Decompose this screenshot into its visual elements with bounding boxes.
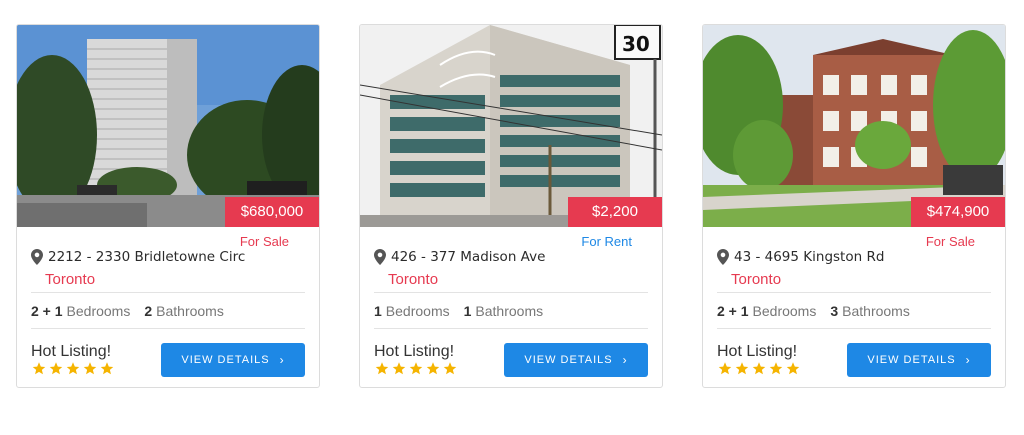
- listing-card[interactable]: $680,000 For Sale 2212 - 2330 Bridletown…: [16, 24, 320, 388]
- star-icon: [735, 362, 749, 375]
- listing-address[interactable]: 2212 - 2330 Bridletowne Circ: [48, 249, 245, 265]
- divider: [717, 292, 991, 293]
- listing-city[interactable]: Toronto: [45, 271, 95, 288]
- listing-specs: 1 Bedrooms 1 Bathrooms: [374, 303, 557, 319]
- view-details-label: VIEW DETAILS: [181, 354, 270, 366]
- price-badge: $474,900: [911, 197, 1005, 227]
- view-details-button[interactable]: VIEW DETAILS ›: [504, 343, 648, 377]
- map-pin-icon: [374, 249, 386, 265]
- star-rating: [31, 361, 116, 376]
- bedrooms-count: 1: [374, 303, 382, 319]
- bathrooms-label: Bathrooms: [475, 303, 544, 319]
- price-badge: $2,200: [568, 197, 662, 227]
- chevron-right-icon: ›: [965, 353, 971, 367]
- star-icon: [375, 362, 389, 375]
- star-icon: [66, 362, 80, 375]
- chevron-right-icon: ›: [279, 353, 285, 367]
- listing-city[interactable]: Toronto: [388, 271, 438, 288]
- bedrooms-count: 2 + 1: [717, 303, 749, 319]
- star-icon: [426, 362, 440, 375]
- bathrooms-label: Bathrooms: [842, 303, 910, 319]
- listing-status: For Sale: [239, 234, 289, 249]
- star-icon: [718, 362, 732, 375]
- star-icon: [32, 362, 46, 375]
- bathrooms-count: 2: [144, 303, 153, 319]
- listing-specs: 2 + 1 Bedrooms 3 Bathrooms: [717, 303, 924, 319]
- star-icon: [392, 362, 406, 375]
- star-icon: [443, 362, 457, 375]
- address-row: 2212 - 2330 Bridletowne Circ: [31, 249, 245, 265]
- star-icon: [100, 362, 114, 375]
- star-rating: [374, 361, 459, 376]
- view-details-button[interactable]: VIEW DETAILS ›: [161, 343, 305, 377]
- hot-listing-label: Hot Listing!: [374, 343, 455, 360]
- bathrooms-label: Bathrooms: [156, 303, 224, 319]
- bedrooms-label: Bedrooms: [385, 303, 450, 319]
- listing-card[interactable]: $474,900 For Sale 43 - 4695 Kingston Rd …: [702, 24, 1006, 388]
- star-icon: [49, 362, 63, 375]
- listing-address[interactable]: 43 - 4695 Kingston Rd: [734, 249, 884, 265]
- map-pin-icon: [717, 249, 729, 265]
- address-row: 43 - 4695 Kingston Rd: [717, 249, 884, 265]
- listing-specs: 2 + 1 Bedrooms 2 Bathrooms: [31, 303, 238, 319]
- star-icon: [83, 362, 97, 375]
- map-pin-icon: [31, 249, 43, 265]
- hot-listing-label: Hot Listing!: [31, 343, 112, 360]
- star-rating: [717, 361, 802, 376]
- divider: [717, 328, 991, 329]
- divider: [31, 292, 305, 293]
- divider: [374, 292, 648, 293]
- view-details-label: VIEW DETAILS: [867, 354, 956, 366]
- price-badge: $680,000: [225, 197, 319, 227]
- view-details-button[interactable]: VIEW DETAILS ›: [847, 343, 991, 377]
- bathrooms-count: 1: [463, 303, 472, 319]
- listing-status: For Rent: [581, 234, 632, 249]
- star-icon: [409, 362, 423, 375]
- star-icon: [769, 362, 783, 375]
- bathrooms-count: 3: [830, 303, 839, 319]
- svg-text:30: 30: [622, 32, 650, 56]
- listing-address[interactable]: 426 - 377 Madison Ave: [391, 249, 545, 265]
- chevron-right-icon: ›: [622, 353, 628, 367]
- bedrooms-label: Bedrooms: [66, 303, 131, 319]
- address-row: 426 - 377 Madison Ave: [374, 249, 545, 265]
- divider: [374, 328, 648, 329]
- view-details-label: VIEW DETAILS: [524, 354, 613, 366]
- star-icon: [752, 362, 766, 375]
- hot-listing-label: Hot Listing!: [717, 343, 798, 360]
- listing-status: For Sale: [925, 234, 975, 249]
- listing-city[interactable]: Toronto: [731, 271, 781, 288]
- listing-card[interactable]: 30 $2,200 For Rent 426 - 377 Madison Ave…: [359, 24, 663, 388]
- bedrooms-label: Bedrooms: [752, 303, 817, 319]
- star-icon: [786, 362, 800, 375]
- divider: [31, 328, 305, 329]
- bedrooms-count: 2 + 1: [31, 303, 63, 319]
